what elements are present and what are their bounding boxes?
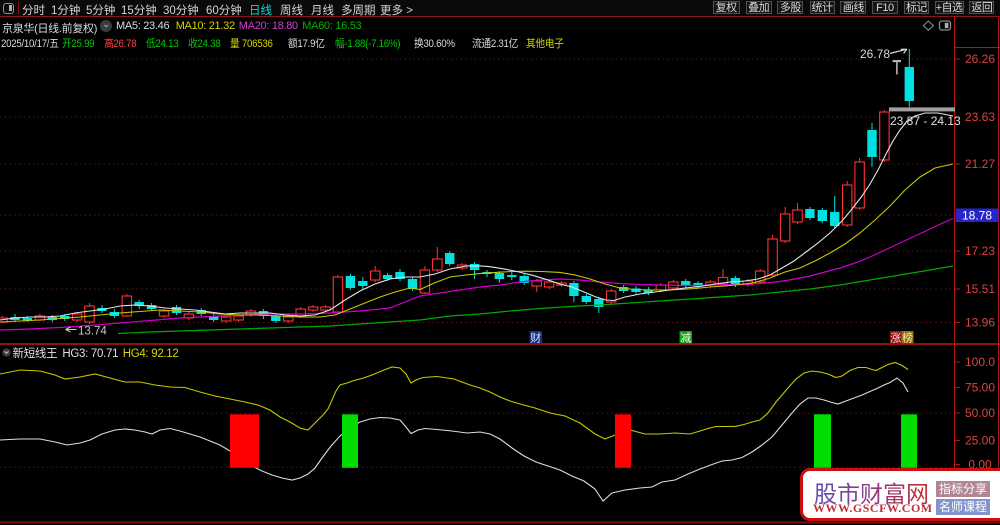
svg-text:榜: 榜 [902,330,913,344]
svg-text:21.27: 21.27 [965,157,995,171]
svg-text:13.96: 13.96 [965,316,995,330]
svg-text:26.26: 26.26 [965,52,995,66]
svg-text:财: 财 [530,330,541,344]
svg-text:减: 减 [680,331,691,344]
svg-text:18.78: 18.78 [962,209,992,223]
svg-text:25.00: 25.00 [965,434,995,448]
svg-text:15.51: 15.51 [965,282,995,296]
svg-text:75.00: 75.00 [965,381,995,395]
svg-text:13.74: 13.74 [78,326,107,338]
svg-text:23.63: 23.63 [965,110,995,124]
svg-text:23.87 - 24.13: 23.87 - 24.13 [890,114,961,128]
svg-text:HG4: 92.12: HG4: 92.12 [123,348,179,360]
svg-text:涨: 涨 [890,331,901,344]
svg-text:17.23: 17.23 [965,244,995,258]
svg-text:26.78: 26.78 [860,47,890,61]
svg-text:50.00: 50.00 [965,406,995,420]
svg-text:HG3: 70.71: HG3: 70.71 [62,348,118,360]
svg-text:新短线王: 新短线王 [13,346,58,360]
svg-text:100.0: 100.0 [965,355,995,369]
